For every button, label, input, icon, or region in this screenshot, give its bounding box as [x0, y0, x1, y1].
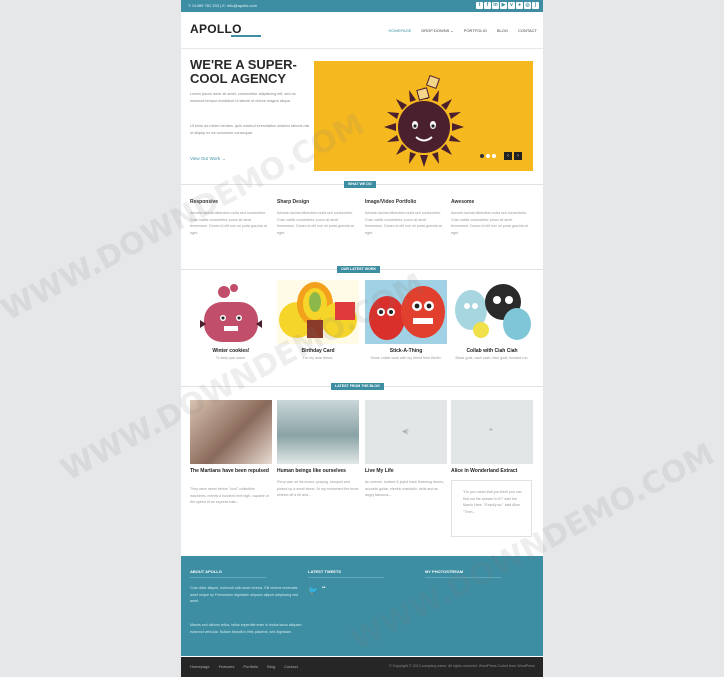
audio-icon: ◀): [402, 429, 409, 435]
service-sharp-design: Sharp Design Aenean lacinia bibendum nul…: [277, 199, 357, 236]
blog-post-excerpt: They were never before "cool" collectibl…: [190, 487, 269, 504]
service-text: Aenean lacinia bibendum nulla sed consec…: [365, 211, 442, 235]
linkedin-icon[interactable]: in: [492, 2, 499, 9]
blog-thumb-live-my-life[interactable]: ◀): [365, 400, 447, 464]
portfolio-thumb-winter-cookies[interactable]: [190, 280, 272, 344]
portfolio-title[interactable]: Collab with Ciah Ciah: [451, 348, 533, 354]
rss-icon[interactable]: ): [532, 2, 539, 9]
cookie-monster-illustration: [190, 280, 272, 344]
service-awesome: Awesome Aenean lacinia bibendum nulla se…: [451, 199, 531, 236]
nav-blog[interactable]: BLOG: [497, 28, 508, 33]
social-icons: t f in ▶ v ● ◎ ): [476, 2, 539, 9]
blog-post-excerpt: "Do you mean that you think you can find…: [463, 490, 522, 514]
slider-dot[interactable]: [486, 154, 490, 158]
footer-tweets-heading: LATEST TWEETS: [308, 569, 342, 574]
portfolio-subtitle: Black goat, cash cash, blue goat, forwar…: [455, 356, 529, 360]
blog-post-excerpt: An uneven, twisted & joyful track featur…: [365, 480, 444, 497]
footer: [181, 556, 543, 656]
portfolio-title[interactable]: Stick-A-Thing: [365, 348, 447, 354]
portfolio-title[interactable]: Birthday Card: [277, 348, 359, 354]
slider-next-arrow[interactable]: ›: [514, 152, 522, 160]
footer-nav: Homepage Features Portfolio Blog Contact: [190, 664, 298, 669]
spiky-monster-illustration: [384, 74, 464, 167]
header-divider: [181, 48, 543, 49]
contact-info: T: 01489 781 333 | E: info@apollo.com: [188, 3, 257, 8]
service-title: Sharp Design: [277, 199, 310, 205]
portfolio-title[interactable]: Winter cookies!: [190, 348, 272, 354]
nav-drop-downs-label: DROP DOWNS: [421, 28, 450, 33]
view-our-work-link[interactable]: View Our Work →: [190, 156, 226, 161]
red-monsters-illustration: [365, 280, 447, 344]
blog-quote-box: "Do you mean that you think you can find…: [451, 480, 532, 537]
footer-about-text-1: Cras dolor aliquet, euismod odio amet vi…: [190, 586, 299, 603]
blog-post-title[interactable]: The Martians have been repulsed: [190, 468, 272, 475]
footer-about-heading: ABOUT APOLLO: [190, 569, 222, 574]
service-text: Aenean lacinia bibendum nulla sed consec…: [190, 211, 267, 235]
blog-thumb-alice[interactable]: ❝: [451, 400, 533, 464]
service-portfolio: Image/Video Portfolio Aenean lacinia bib…: [365, 199, 445, 236]
top-bar: T: 01489 781 333 | E: info@apollo.com t …: [181, 0, 543, 12]
portfolio-thumb-collab[interactable]: [451, 280, 533, 344]
twitter-bird-icon: 🐦: [308, 586, 318, 595]
footer-about-text-2: Mauris sed ultrices tellus, tellus imper…: [190, 623, 302, 634]
flickr-icon[interactable]: ●: [516, 2, 523, 9]
loading-dots-icon: ••: [322, 585, 326, 591]
facebook-icon[interactable]: f: [484, 2, 491, 9]
collab-characters-illustration: [451, 280, 533, 344]
footer-divider: [308, 577, 384, 578]
footer-nav-blog[interactable]: Blog: [267, 664, 275, 669]
what-we-do-tag: WHAT WE DO: [344, 181, 376, 188]
dribbble-icon[interactable]: ◎: [524, 2, 531, 9]
logo-underline: [231, 35, 261, 37]
service-text: Aenean lacinia bibendum nulla sed consec…: [451, 211, 528, 235]
blog-post-title[interactable]: Human beings like ourselves: [277, 468, 359, 475]
copyright-text: © Copyright © 2013 company name. All rig…: [389, 664, 535, 668]
vimeo-icon[interactable]: v: [508, 2, 515, 9]
website-page: T: 01489 781 333 | E: info@apollo.com t …: [181, 0, 543, 677]
footer-nav-contact[interactable]: Contact: [284, 664, 298, 669]
portfolio-subtitle: For my dear friend.: [302, 356, 334, 360]
portfolio-subtitle: Some collab work with my friend from Ber…: [370, 356, 442, 360]
portfolio-subtitle: To keep you warm.: [215, 356, 247, 360]
hero-paragraph-1: Lorem ipsum dolor sit amet, consectetur …: [190, 92, 296, 103]
portfolio-thumb-birthday-card[interactable]: [277, 280, 359, 344]
footer-divider: [190, 577, 266, 578]
slider-dot[interactable]: [492, 154, 496, 158]
main-nav: HOMEPAGE DROP DOWNS ⌄ PORTFOLIO BLOG CON…: [389, 28, 537, 33]
latest-blog-tag: LATEST FROM THE BLOG: [331, 383, 384, 390]
youtube-icon[interactable]: ▶: [500, 2, 507, 9]
footer-nav-features[interactable]: Features: [219, 664, 235, 669]
blog-post-title[interactable]: Live My Life: [365, 468, 447, 475]
hero-title: WE'RE A SUPER-COOL AGENCY: [190, 57, 297, 86]
blog-thumb-human-beings[interactable]: [277, 400, 359, 464]
twitter-icon[interactable]: t: [476, 2, 483, 9]
hero-paragraph-2: Ut enim ad minim veniam, quis nostrud ex…: [190, 124, 310, 135]
footer-divider: [425, 577, 501, 578]
slider-dots: [480, 154, 496, 158]
service-responsive: Responsive Aenean lacinia bibendum nulla…: [190, 199, 270, 236]
nav-portfolio[interactable]: PORTFOLIO: [464, 28, 487, 33]
nav-drop-downs[interactable]: DROP DOWNS ⌄: [421, 28, 453, 33]
slider-prev-arrow[interactable]: ‹: [504, 152, 512, 160]
slider-dot[interactable]: [480, 154, 484, 158]
quote-icon: ❝: [489, 428, 493, 435]
balloons-illustration: [277, 280, 359, 344]
chevron-down-icon: ⌄: [450, 28, 454, 33]
blog-post-title[interactable]: Alice in Wonderland Extract: [451, 468, 533, 475]
service-text: Aenean lacinia bibendum nulla sed consec…: [277, 211, 354, 235]
footer-nav-portfolio[interactable]: Portfolio: [243, 664, 258, 669]
site-logo[interactable]: APOLLO: [190, 22, 242, 36]
blog-post-excerpt: Perry was on his knees, praying, stooped…: [277, 480, 359, 497]
service-title: Image/Video Portfolio: [365, 199, 417, 205]
footer-nav-homepage[interactable]: Homepage: [190, 664, 210, 669]
nav-homepage[interactable]: HOMEPAGE: [389, 28, 412, 33]
service-title: Awesome: [451, 199, 475, 205]
nav-contact[interactable]: CONTACT: [518, 28, 537, 33]
service-title: Responsive: [190, 199, 219, 205]
hero-slider[interactable]: ‹ ›: [314, 61, 533, 171]
latest-work-tag: OUR LATEST WORK: [337, 266, 381, 273]
footer-photostream-heading: MY PHOTOSTREAM: [425, 569, 464, 574]
portfolio-thumb-stick-a-thing[interactable]: [365, 280, 447, 344]
blog-thumb-martians[interactable]: [190, 400, 272, 464]
